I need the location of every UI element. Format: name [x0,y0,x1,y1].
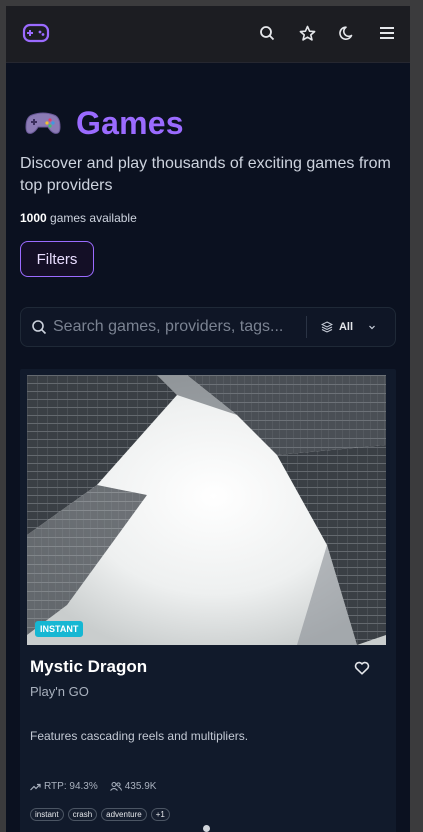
tag-chip[interactable]: adventure [101,808,147,821]
game-card[interactable]: INSTANT Mystic Dragon Play'n GO Features… [20,369,396,832]
search-icon [32,320,47,335]
menu-icon[interactable] [376,22,398,44]
games-count-number: 1000 [20,211,47,225]
layers-icon [320,321,333,333]
main-content: Games Discover and play thousands of exc… [6,103,410,832]
gamepad-icon[interactable] [22,22,50,44]
games-count-suffix: games available [46,211,137,225]
search-icon[interactable] [256,22,278,44]
tag-list: instant crash adventure +1 [27,808,389,821]
players-stat: 435.9K [109,781,157,792]
app-frame: Games Discover and play thousands of exc… [6,6,410,832]
tag-chip[interactable]: instant [30,808,64,821]
home-indicator [203,825,210,832]
star-icon[interactable] [296,22,318,44]
category-badge: INSTANT [35,621,84,637]
game-stats: RTP: 94.3% 435.9K [27,781,389,792]
page-title: Games [76,104,184,141]
game-title[interactable]: Mystic Dragon [30,657,147,677]
trending-up-icon [30,783,41,790]
game-controller-icon [25,112,61,134]
page-header: Games [20,103,396,143]
skyscrapers-image [27,375,386,645]
rtp-stat: RTP: 94.3% [30,781,98,792]
category-select-label: All [338,321,353,333]
search-bar: Search games, providers, tags... All [20,307,396,347]
page-subtitle: Discover and play thousands of exciting … [20,155,391,194]
game-provider: Play'n GO [30,684,89,699]
players-value: 435.9K [124,781,157,792]
games-count: 1000 games available [20,211,396,225]
game-description: Features cascading reels and multipliers… [30,729,249,743]
heart-icon[interactable] [354,661,370,675]
card-header: Mystic Dragon [27,657,389,677]
tag-chip[interactable]: crash [67,808,98,821]
game-thumbnail[interactable]: INSTANT [27,375,386,645]
search-input[interactable]: Search games, providers, tags... [53,318,306,336]
search-divider [305,316,307,338]
top-bar [6,6,410,63]
moon-icon[interactable] [336,22,358,44]
users-icon [109,782,122,791]
header-actions [256,22,398,44]
category-select[interactable]: All [320,321,377,333]
rtp-value: RTP: 94.3% [44,781,98,792]
more-tags-chip[interactable]: +1 [150,808,170,821]
chevron-down-icon [369,325,375,330]
filters-button[interactable]: Filters [20,241,94,277]
